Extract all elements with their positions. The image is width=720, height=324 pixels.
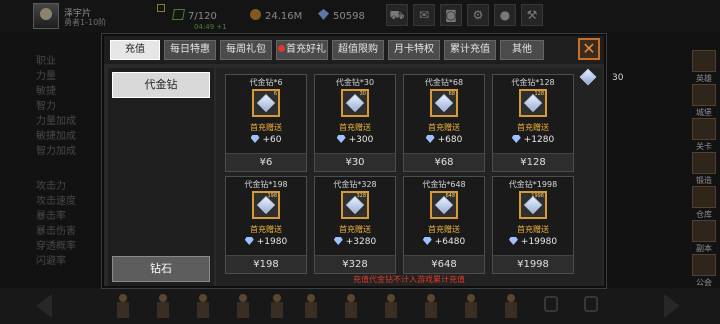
diamond-cube-icon: 328 — [341, 191, 369, 219]
product-gems: +680 — [404, 135, 484, 145]
product-card[interactable]: 代金钻*68 68 首充赠送 +680 ¥68 — [403, 74, 485, 172]
tab-cumulative-recharge[interactable]: 累计充值 — [444, 40, 496, 60]
product-price: ¥648 — [431, 259, 457, 270]
product-name: 代金钻*648 — [422, 180, 466, 189]
product-price: ¥68 — [434, 157, 454, 168]
diamond-cube-icon: 198 — [252, 191, 280, 219]
tab-first-recharge[interactable]: 首充好礼 — [276, 40, 328, 60]
tab-monthly-card[interactable]: 月卡特权 — [388, 40, 440, 60]
product-gems: +1280 — [493, 135, 573, 145]
product-card[interactable]: 代金钻*648 648 首充赠送 +6480 ¥648 — [403, 176, 485, 274]
product-bonus-label: 首充赠送 — [428, 225, 460, 234]
notification-badge — [278, 45, 285, 52]
tab-other[interactable]: 其他 — [500, 40, 544, 60]
gem-icon — [336, 135, 346, 143]
product-price: ¥128 — [520, 157, 546, 168]
tab-weekly-pack[interactable]: 每周礼包 — [220, 40, 272, 60]
product-price: ¥30 — [345, 157, 365, 168]
gem-icon — [333, 237, 343, 245]
product-gems: +60 — [226, 135, 306, 145]
diamond-cube-icon: 30 — [341, 89, 369, 117]
product-price: ¥1998 — [517, 259, 549, 270]
tab-limited-offer[interactable]: 超值限购 — [332, 40, 384, 60]
product-gems: +19980 — [493, 237, 573, 247]
product-price: ¥198 — [253, 259, 279, 270]
diamond-cube-icon: 128 — [519, 89, 547, 117]
product-bonus-label: 首充赠送 — [339, 123, 371, 132]
product-name: 代金钻*198 — [244, 180, 288, 189]
close-button[interactable]: ✕ — [578, 38, 600, 60]
owned-voucher-gems: 30 — [612, 73, 624, 83]
product-bonus-label: 首充赠送 — [517, 225, 549, 234]
product-card[interactable]: 代金钻*128 128 首充赠送 +1280 ¥128 — [492, 74, 574, 172]
diamond-cube-icon: 648 — [430, 191, 458, 219]
product-card[interactable]: 代金钻*30 30 首充赠送 +300 ¥30 — [314, 74, 396, 172]
gem-icon — [422, 237, 432, 245]
product-name: 代金钻*1998 — [508, 180, 558, 189]
product-price: ¥6 — [259, 157, 273, 168]
product-card[interactable]: 代金钻*328 328 首充赠送 +3280 ¥328 — [314, 176, 396, 274]
product-name: 代金钻*328 — [333, 180, 377, 189]
diamond-cube-icon: 1998 — [519, 191, 547, 219]
close-icon: ✕ — [582, 39, 596, 58]
diamond-cube-icon: 68 — [430, 89, 458, 117]
product-bonus-label: 首充赠送 — [517, 123, 549, 132]
category-column — [108, 68, 214, 286]
tab-recharge[interactable]: 充值 — [110, 40, 160, 60]
product-card[interactable]: 代金钻*1998 1998 首充赠送 +19980 ¥1998 — [492, 176, 574, 274]
recharge-note: 充值代金钻不计入游戏累计充值 — [353, 275, 465, 284]
gem-icon — [425, 135, 435, 143]
product-bonus-label: 首充赠送 — [250, 225, 282, 234]
diamond-cube-icon: 6 — [252, 89, 280, 117]
category-diamonds[interactable]: 钻石 — [112, 256, 210, 282]
product-gems: +300 — [315, 135, 395, 145]
product-gems: +1980 — [226, 237, 306, 247]
gem-icon — [508, 237, 518, 245]
product-name: 代金钻*30 — [335, 78, 375, 87]
product-card[interactable]: 代金钻*6 6 首充赠送 +60 ¥6 — [225, 74, 307, 172]
gem-icon — [511, 135, 521, 143]
product-gems: +6480 — [404, 237, 484, 247]
product-bonus-label: 首充赠送 — [250, 123, 282, 132]
tab-daily-deals[interactable]: 每日特惠 — [164, 40, 216, 60]
product-gems: +3280 — [315, 237, 395, 247]
product-bonus-label: 首充赠送 — [339, 225, 371, 234]
product-name: 代金钻*6 — [249, 78, 283, 87]
product-price: ¥328 — [342, 259, 368, 270]
product-name: 代金钻*128 — [511, 78, 555, 87]
gem-icon — [250, 135, 260, 143]
product-card[interactable]: 代金钻*198 198 首充赠送 +1980 ¥198 — [225, 176, 307, 274]
category-voucher-gems[interactable]: 代金钻 — [112, 72, 210, 98]
gem-icon — [244, 237, 254, 245]
product-bonus-label: 首充赠送 — [428, 123, 460, 132]
product-name: 代金钻*68 — [424, 78, 464, 87]
